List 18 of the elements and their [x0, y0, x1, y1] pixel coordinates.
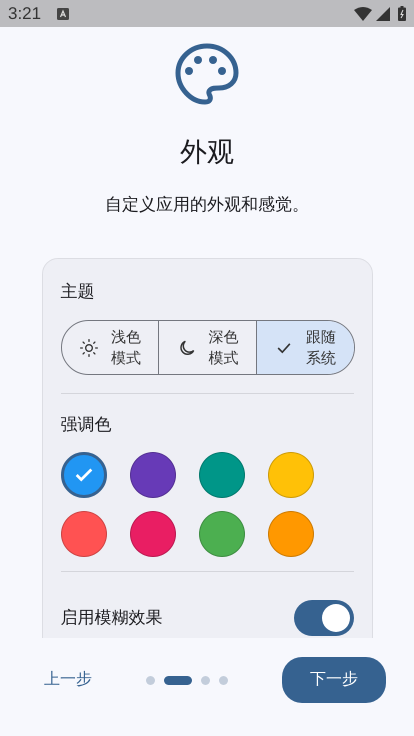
- status-time: 3:21: [8, 2, 42, 25]
- sun-icon: [78, 338, 99, 358]
- page-title: 外观: [180, 139, 234, 166]
- wifi-icon: [354, 6, 372, 20]
- theme-option[interactable]: 浅色模式: [62, 321, 158, 374]
- theme-label: 主题: [60, 280, 96, 302]
- back-button[interactable]: 上一步: [40, 668, 96, 692]
- next-button[interactable]: 下一步: [282, 657, 386, 703]
- theme-option[interactable]: 跟随系统: [256, 321, 354, 374]
- battery-icon: [398, 6, 406, 21]
- signal-icon: [376, 6, 390, 20]
- accent-label: 强调色: [60, 414, 112, 436]
- blur-switch[interactable]: [294, 600, 354, 636]
- blur-label: 启用模糊效果: [60, 606, 162, 629]
- page-subtitle: 自定义应用的外观和感觉。: [105, 194, 309, 216]
- palette-icon: [175, 43, 239, 105]
- color-swatch[interactable]: [60, 452, 106, 498]
- keyboard-icon: [57, 8, 70, 20]
